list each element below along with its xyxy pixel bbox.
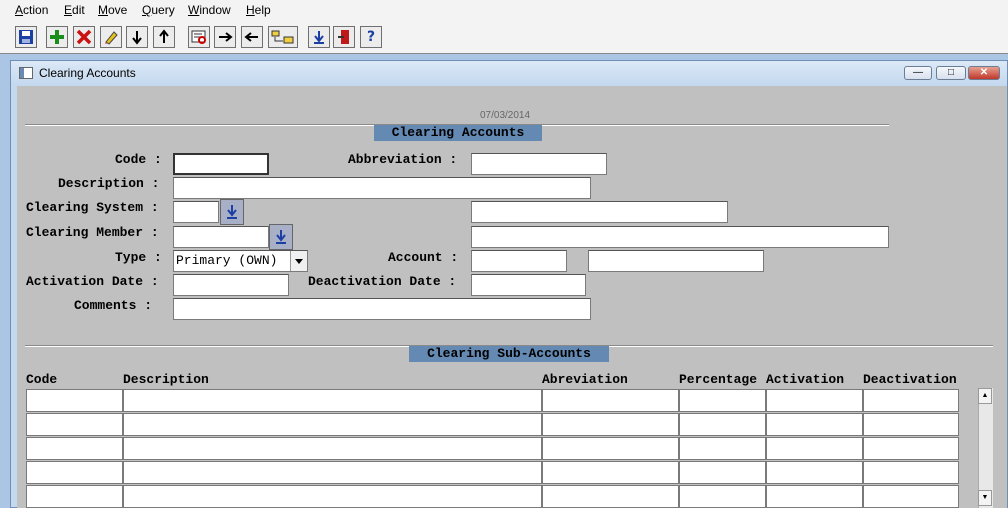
- minimize-button[interactable]: —: [904, 66, 932, 80]
- sort-icon[interactable]: [268, 26, 298, 48]
- comments-label: Comments :: [74, 298, 153, 313]
- abbreviation-field[interactable]: [471, 153, 607, 175]
- menu-help[interactable]: Help: [246, 3, 271, 17]
- account-label: Account :: [388, 250, 459, 265]
- section-title-clearing-sub-accounts: Clearing Sub-Accounts: [409, 346, 609, 362]
- account-field[interactable]: [471, 250, 567, 272]
- download-arrow-icon: [276, 230, 286, 244]
- grid-cell-deactivation[interactable]: [863, 485, 959, 508]
- column-header-deactivation: Deactivation: [863, 372, 957, 387]
- window-icon: [19, 67, 33, 79]
- grid-cell-description[interactable]: [123, 413, 542, 436]
- type-select-value: Primary (OWN): [176, 253, 278, 268]
- grid-cell-abreviation[interactable]: [542, 389, 679, 412]
- window-titlebar[interactable]: [11, 61, 1007, 86]
- download-icon[interactable]: [308, 26, 330, 48]
- grid-cell-deactivation[interactable]: [863, 461, 959, 484]
- grid-cell-code[interactable]: [26, 389, 123, 412]
- menu-bar: Action Edit Move Query Window Help: [0, 0, 1008, 21]
- grid-cell-deactivation[interactable]: [863, 389, 959, 412]
- previous-record-icon[interactable]: [153, 26, 175, 48]
- grid-cell-abreviation[interactable]: [542, 485, 679, 508]
- grid-cell-code[interactable]: [26, 413, 123, 436]
- column-header-abreviation: Abreviation: [542, 372, 628, 387]
- activation-date-label: Activation Date :: [26, 274, 159, 289]
- help-icon[interactable]: ?: [360, 26, 382, 48]
- query-icon[interactable]: [188, 26, 210, 48]
- activation-date-field[interactable]: [173, 274, 289, 296]
- menu-query[interactable]: Query: [142, 3, 175, 17]
- delete-icon[interactable]: [73, 26, 95, 48]
- clearing-system-name-field[interactable]: [471, 201, 728, 223]
- window-title: Clearing Accounts: [39, 66, 136, 80]
- back-icon[interactable]: [241, 26, 263, 48]
- grid-cell-code[interactable]: [26, 485, 123, 508]
- grid-cell-description[interactable]: [123, 485, 542, 508]
- description-field[interactable]: [173, 177, 591, 199]
- clearing-member-label: Clearing Member :: [26, 225, 159, 240]
- grid-cell-percentage[interactable]: [679, 461, 766, 484]
- grid-cell-activation[interactable]: [766, 413, 863, 436]
- grid-cell-percentage[interactable]: [679, 413, 766, 436]
- toolbar: ?: [0, 21, 1008, 54]
- maximize-button[interactable]: □: [936, 66, 966, 80]
- scroll-down-button[interactable]: ▼: [978, 490, 992, 506]
- menu-edit[interactable]: Edit: [64, 3, 85, 17]
- menu-move[interactable]: Move: [98, 3, 127, 17]
- section-title-clearing-accounts: Clearing Accounts: [374, 125, 542, 141]
- grid-cell-activation[interactable]: [766, 437, 863, 460]
- menu-action[interactable]: Action: [15, 3, 48, 17]
- clearing-system-lookup-button[interactable]: [220, 199, 244, 225]
- type-select[interactable]: Primary (OWN): [173, 250, 308, 272]
- grid-cell-activation[interactable]: [766, 485, 863, 508]
- grid-cell-activation[interactable]: [766, 461, 863, 484]
- column-header-percentage: Percentage: [679, 372, 758, 387]
- form-date: 07/03/2014: [480, 110, 531, 121]
- download-arrow-icon: [227, 205, 237, 219]
- chevron-down-icon: [295, 258, 303, 264]
- menu-window[interactable]: Window: [188, 3, 231, 17]
- grid-cell-deactivation[interactable]: [863, 413, 959, 436]
- grid-cell-abreviation[interactable]: [542, 461, 679, 484]
- grid-cell-description[interactable]: [123, 389, 542, 412]
- account-name-field[interactable]: [588, 250, 764, 272]
- comments-field[interactable]: [173, 298, 591, 320]
- grid-cell-abreviation[interactable]: [542, 413, 679, 436]
- deactivation-date-label: Deactivation Date :: [308, 274, 457, 289]
- grid-cell-description[interactable]: [123, 461, 542, 484]
- grid-cell-abreviation[interactable]: [542, 437, 679, 460]
- deactivation-date-field[interactable]: [471, 274, 586, 296]
- clearing-member-field[interactable]: [173, 226, 269, 248]
- type-dropdown-button[interactable]: [290, 251, 307, 271]
- column-header-activation: Activation: [766, 372, 845, 387]
- grid-cell-percentage[interactable]: [679, 485, 766, 508]
- clearing-system-field[interactable]: [173, 201, 219, 223]
- clearing-member-name-field[interactable]: [471, 226, 889, 248]
- code-label: Code :: [115, 152, 162, 167]
- abbreviation-label: Abbreviation :: [348, 152, 458, 167]
- grid-cell-percentage[interactable]: [679, 437, 766, 460]
- scroll-up-button[interactable]: ▲: [978, 388, 992, 404]
- type-label: Type :: [115, 250, 162, 265]
- edit-icon[interactable]: [100, 26, 122, 48]
- grid-cell-code[interactable]: [26, 437, 123, 460]
- exit-icon[interactable]: [333, 26, 355, 48]
- grid-cell-percentage[interactable]: [679, 389, 766, 412]
- column-header-description: Description: [123, 372, 209, 387]
- clearing-system-label: Clearing System :: [26, 200, 159, 215]
- add-icon[interactable]: [46, 26, 68, 48]
- grid-cell-code[interactable]: [26, 461, 123, 484]
- grid-cell-description[interactable]: [123, 437, 542, 460]
- column-header-code: Code: [26, 372, 58, 387]
- grid-cell-activation[interactable]: [766, 389, 863, 412]
- forward-icon[interactable]: [214, 26, 236, 48]
- grid-cell-deactivation[interactable]: [863, 437, 959, 460]
- description-label: Description :: [58, 176, 160, 191]
- next-record-icon[interactable]: [126, 26, 148, 48]
- code-field[interactable]: [173, 153, 269, 175]
- close-button[interactable]: ✕: [968, 66, 1000, 80]
- save-icon[interactable]: [15, 26, 37, 48]
- clearing-member-lookup-button[interactable]: [269, 224, 293, 250]
